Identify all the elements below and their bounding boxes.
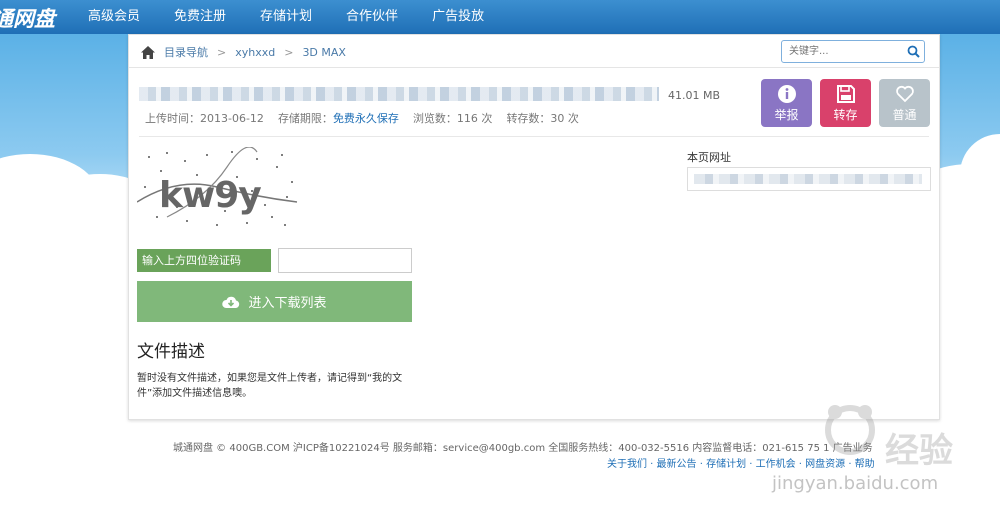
captcha-input[interactable] (278, 248, 412, 273)
nav-item-register[interactable]: 免费注册 (174, 0, 226, 34)
search-box (781, 40, 925, 63)
favorite-button[interactable]: 普通 (879, 79, 930, 127)
search-icon[interactable] (907, 45, 920, 58)
nav-item-vip[interactable]: 高级会员 (88, 0, 140, 34)
cloud-download-icon (222, 296, 240, 308)
file-name-blurred (139, 87, 659, 101)
storage-period-label: 存储期限： (277, 112, 333, 125)
description-title: 文件描述 (137, 342, 205, 362)
search-input[interactable] (782, 41, 900, 62)
site-logo[interactable]: 通网盘 (0, 3, 55, 33)
breadcrumb-separator: > (284, 45, 294, 59)
save-icon (836, 85, 855, 103)
watermark-url: jingyan.baidu.com (772, 473, 939, 494)
page-url-field[interactable] (687, 167, 931, 191)
top-nav-bar: 通网盘 高级会员 免费注册 存储计划 合作伙伴 广告投放 (0, 0, 1000, 34)
action-buttons: 举报 转存 普通 (761, 79, 938, 127)
nav-item-ads[interactable]: 广告投放 (432, 0, 484, 34)
download-label: 进入下载列表 (248, 296, 327, 311)
svg-text:经验: 经验 (885, 431, 953, 471)
file-size: 41.01 MB (668, 89, 721, 102)
save-to-disk-button[interactable]: 转存 (820, 79, 871, 127)
upload-time: 上传时间：2013-06-12 (145, 112, 264, 125)
breadcrumb-directory[interactable]: 目录导航 (164, 44, 208, 60)
breadcrumb-bar: 目录导航 > xyhxxd > 3D MAX (129, 35, 939, 68)
divider (139, 136, 929, 137)
file-meta: 上传时间：2013-06-12 存储期限：免费永久保存 浏览数：116 次 转存… (145, 110, 593, 126)
download-list-button[interactable]: 进入下载列表 (137, 281, 412, 322)
storage-period-value: 免费永久保存 (332, 112, 399, 125)
breadcrumb-separator: > (217, 45, 227, 59)
favorite-label: 普通 (892, 108, 917, 122)
home-icon[interactable] (141, 45, 155, 59)
breadcrumb: 目录导航 > xyhxxd > 3D MAX (141, 44, 346, 60)
page-url-blurred (694, 174, 922, 184)
captcha-image[interactable]: kw9y (137, 147, 299, 231)
view-count: 浏览数：116 次 (412, 112, 493, 125)
breadcrumb-user[interactable]: xyhxxd (235, 46, 275, 59)
nav-item-storage-plan[interactable]: 存储计划 (260, 0, 312, 34)
report-button[interactable]: 举报 (761, 79, 812, 127)
page-url-label: 本页网址 (687, 151, 731, 164)
save-count: 转存数：30 次 (506, 112, 579, 125)
save-label: 转存 (833, 108, 858, 122)
main-nav: 高级会员 免费注册 存储计划 合作伙伴 广告投放 (88, 0, 518, 34)
file-panel: 目录导航 > xyhxxd > 3D MAX 41.01 MB 上传时间：201… (128, 34, 940, 420)
heart-icon (895, 85, 914, 103)
info-icon (777, 85, 796, 103)
nav-item-partners[interactable]: 合作伙伴 (346, 0, 398, 34)
breadcrumb-folder[interactable]: 3D MAX (302, 46, 346, 59)
storage-period: 存储期限：免费永久保存 (278, 110, 399, 126)
captcha-text: kw9y (159, 175, 261, 216)
description-text: 暂时没有文件描述，如果您是文件上传者，请记得到“我的文件”添加文件描述信息噢。 (137, 373, 403, 399)
captcha-prompt: 输入上方四位验证码 (137, 249, 271, 272)
report-label: 举报 (774, 108, 799, 122)
